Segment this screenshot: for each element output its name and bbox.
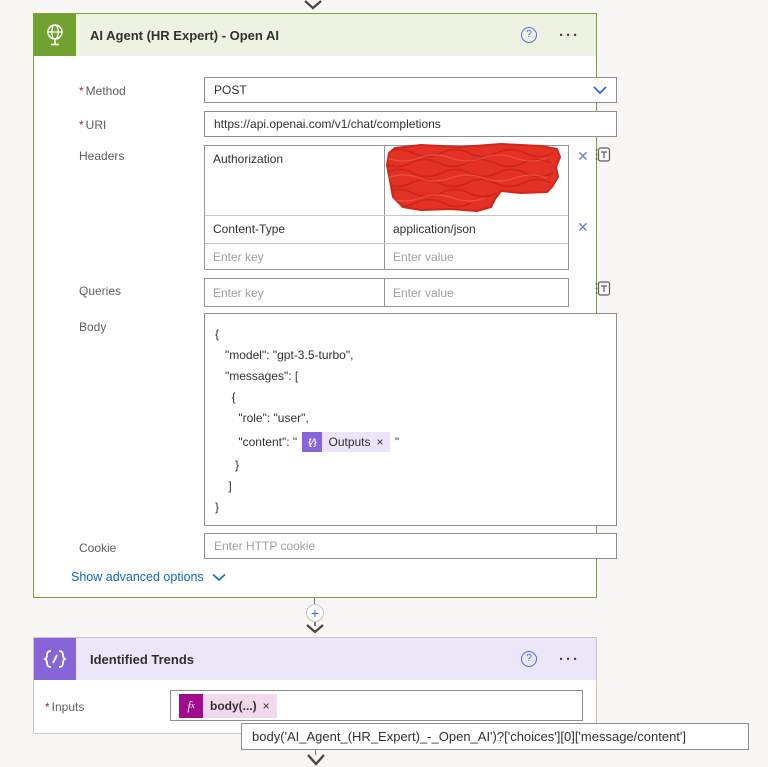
outputs-dynamic-token[interactable]: {∕} Outputs ×: [302, 432, 390, 453]
dynamic-content-icon: {∕}: [302, 432, 323, 452]
query-key-input[interactable]: [213, 281, 376, 304]
http-globe-icon: [34, 14, 76, 56]
compose-card-title: Identified Trends: [90, 651, 195, 667]
content-suffix: ": [391, 434, 400, 449]
flow-designer-canvas: AI Agent (HR Expert) - Open AI ? ··· * Me…: [0, 0, 768, 767]
http-card-title: AI Agent (HR Expert) - Open AI: [90, 27, 279, 43]
query-key-cell: [205, 279, 385, 306]
body-code-line-content: "content": " {∕} Outputs × ": [215, 429, 616, 455]
query-value-cell: [385, 279, 568, 306]
body-code-line: ]: [215, 479, 232, 493]
remove-token-icon[interactable]: ×: [377, 432, 384, 453]
inputs-field[interactable]: fx body(...) ×: [170, 690, 583, 721]
header-key-cell: [205, 244, 385, 269]
uri-value: https://api.openai.com/v1/chat/completio…: [214, 117, 441, 131]
show-advanced-options-link[interactable]: Show advanced options: [71, 570, 226, 584]
method-label: * Method: [79, 84, 126, 98]
ellipsis-menu-icon[interactable]: ···: [559, 27, 580, 44]
body-editor[interactable]: { "model": "gpt-3.5-turbo", "messages": …: [204, 313, 617, 526]
uri-label: * URI: [79, 118, 107, 132]
header-row-empty: [205, 243, 568, 269]
headers-label: Headers: [79, 149, 125, 163]
inputs-label: * Inputs: [45, 700, 85, 714]
header-key-input[interactable]: [213, 246, 376, 267]
connector-arrow-top-icon: [304, 0, 322, 10]
insert-step-button[interactable]: +: [306, 604, 324, 622]
header-key-cell[interactable]: Authorization: [205, 146, 385, 215]
delete-header-row-icon[interactable]: ✕: [577, 149, 589, 163]
header-value-input[interactable]: [393, 246, 560, 267]
body-code-line: "messages": [: [215, 369, 299, 383]
body-code-line: {: [215, 327, 220, 341]
expression-token-label: body(...): [210, 698, 257, 713]
header-row-content-type: Content-Type application/json: [205, 215, 568, 243]
queries-label: Queries: [79, 284, 122, 298]
cookie-input[interactable]: [205, 534, 616, 558]
delete-header-row-icon[interactable]: ✕: [577, 220, 589, 234]
header-value-cell[interactable]: application/json: [385, 216, 568, 243]
help-icon[interactable]: ?: [521, 27, 537, 43]
cookie-field: [204, 533, 617, 559]
query-row-empty: [205, 279, 568, 306]
http-action-card: AI Agent (HR Expert) - Open AI ? ··· * Me…: [33, 13, 617, 598]
body-code-line: {: [215, 390, 236, 404]
content-prefix: "content": ": [215, 434, 301, 449]
queries-table: [204, 278, 569, 307]
method-value: POST: [214, 83, 247, 97]
remove-token-icon[interactable]: ×: [263, 699, 270, 713]
header-key-cell[interactable]: Content-Type: [205, 216, 385, 243]
chevron-down-icon[interactable]: [592, 85, 608, 95]
uri-input[interactable]: https://api.openai.com/v1/chat/completio…: [204, 111, 617, 137]
connector-arrow-icon: [306, 622, 324, 634]
body-code-line: "model": "gpt-3.5-turbo",: [215, 348, 354, 362]
connector-arrow-bottom-icon: [307, 754, 325, 766]
body-code-line: "role": "user",: [215, 411, 309, 425]
body-code-line: }: [215, 458, 240, 472]
advanced-link-label: Show advanced options: [71, 570, 204, 584]
http-card-header[interactable]: AI Agent (HR Expert) - Open AI ? ···: [34, 14, 596, 56]
headers-table: Authorization Content-Type application/j…: [204, 143, 569, 270]
fx-expression-icon: fx: [179, 693, 203, 718]
compose-braces-icon: [34, 638, 76, 680]
body-code-line: }: [215, 500, 220, 514]
cookie-label: Cookie: [79, 541, 117, 555]
query-value-input[interactable]: [393, 281, 560, 304]
header-value-cell[interactable]: [385, 143, 568, 215]
header-row-authorization: Authorization: [205, 143, 568, 215]
ellipsis-menu-icon[interactable]: ···: [559, 651, 580, 668]
compose-card-header[interactable]: Identified Trends ? ···: [34, 638, 596, 680]
switch-headers-text-mode-icon[interactable]: [595, 146, 611, 166]
body-label: Body: [79, 320, 107, 334]
chevron-down-icon: [212, 573, 226, 581]
help-icon[interactable]: ?: [521, 651, 537, 667]
switch-queries-text-mode-icon[interactable]: [595, 280, 611, 300]
header-value-cell: [385, 244, 568, 269]
redacted-secret-scribble: [381, 141, 566, 220]
expression-tooltip: body('AI_Agent_(HR_Expert)_-_Open_AI')?[…: [241, 723, 749, 750]
method-dropdown[interactable]: POST: [204, 77, 617, 103]
expression-token[interactable]: fx body(...) ×: [179, 693, 277, 718]
token-label: Outputs: [328, 434, 371, 449]
